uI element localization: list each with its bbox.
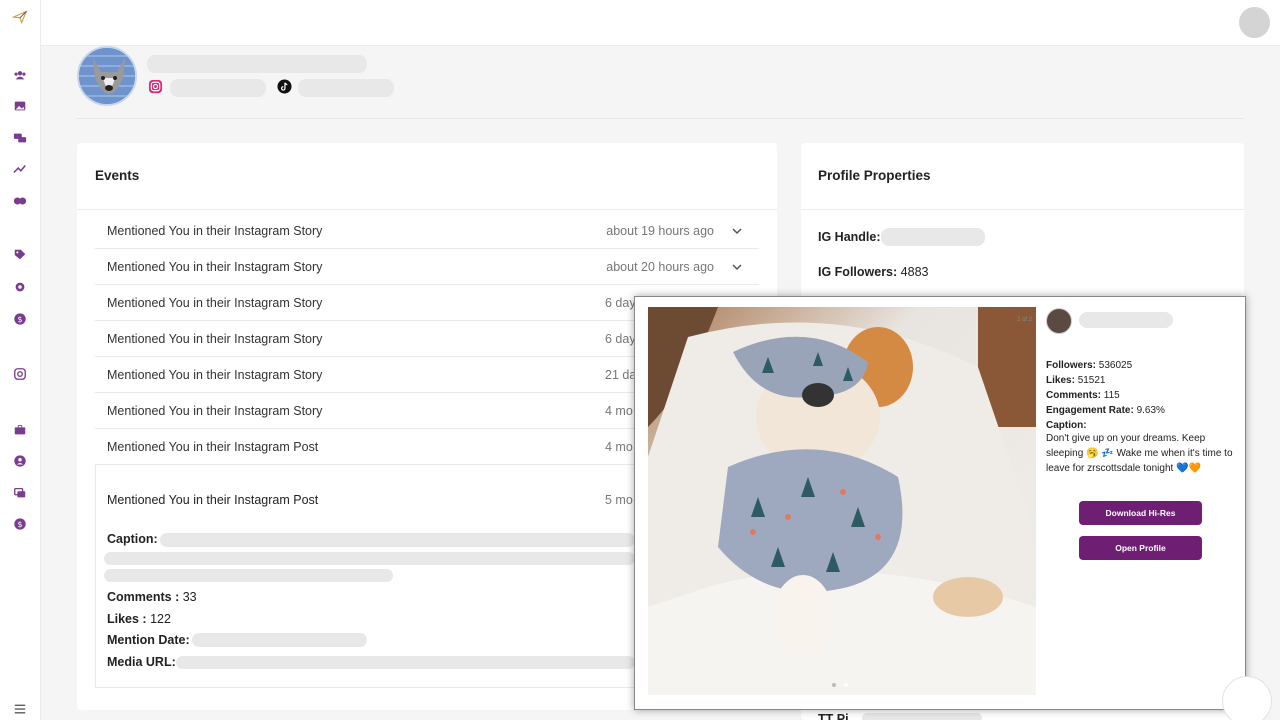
caption-placeholder	[160, 533, 635, 547]
event-label: Mentioned You in their Instagram Story	[107, 224, 323, 238]
ig-followers-value: 4883	[900, 265, 929, 279]
event-row[interactable]: Mentioned You in their Instagram Story a…	[95, 213, 759, 249]
profile-properties-title: Profile Properties	[818, 168, 931, 183]
caption-text: Don't give up on your dreams. Keep sleep…	[1046, 433, 1233, 474]
event-time: 4 mo	[605, 440, 633, 454]
ig-followers-label: IG Followers:	[818, 265, 898, 279]
engagement-row: Engagement Rate: 9.63%	[1046, 403, 1165, 418]
likes-label: Likes:	[1046, 375, 1075, 386]
likes-value: 51521	[1077, 375, 1106, 386]
event-label: Mentioned You in their Instagram Story	[107, 404, 323, 418]
author-name-placeholder	[1079, 312, 1173, 328]
chat-icon[interactable]	[12, 130, 28, 146]
download-hi-res-button[interactable]: Download Hi-Res	[1079, 501, 1202, 525]
events-divider	[77, 209, 777, 210]
events-title: Events	[95, 168, 140, 183]
event-time: 21 da	[605, 368, 637, 382]
event-label: Mentioned You in their Instagram Post	[107, 440, 319, 454]
caption-placeholder	[104, 569, 393, 582]
svg-text:$: $	[17, 520, 22, 529]
trending-icon[interactable]	[12, 161, 28, 177]
mention-date-placeholder	[192, 633, 367, 647]
followers-label: Followers:	[1046, 360, 1097, 371]
header-divider	[77, 118, 1244, 119]
likes-label: Likes :	[107, 612, 147, 626]
likes-row: Likes : 122	[107, 612, 171, 626]
mention-date-label: Mention Date:	[107, 633, 190, 647]
dollar-circle-icon[interactable]: $	[12, 516, 28, 532]
logo-icon[interactable]	[12, 9, 28, 25]
event-label: Mentioned You in their Instagram Story	[107, 296, 323, 310]
dollar-icon[interactable]: $	[12, 311, 28, 327]
engagement-value: 9.63%	[1136, 405, 1165, 416]
event-time: about 19 hours ago	[606, 224, 714, 238]
likes-row: Likes: 51521	[1046, 373, 1106, 388]
author-avatar	[1046, 308, 1072, 334]
handshake-icon[interactable]	[12, 193, 28, 209]
event-label: Mentioned You in their Instagram Story	[107, 260, 323, 274]
media-url-placeholder[interactable]	[176, 656, 635, 669]
event-time: about 20 hours ago	[606, 260, 714, 274]
tiktok-icon[interactable]	[277, 79, 292, 94]
caption-label: Caption:	[107, 532, 158, 546]
comments-value: 33	[182, 590, 197, 604]
sidebar: $ $	[0, 0, 41, 720]
comments-row: Comments: 115	[1046, 388, 1120, 403]
profile-name-placeholder	[147, 55, 367, 73]
event-label[interactable]: Mentioned You in their Instagram Post	[107, 493, 318, 507]
comments-label: Comments:	[1046, 390, 1102, 401]
instagram-icon[interactable]	[12, 366, 28, 382]
tiktok-handle-placeholder	[298, 79, 394, 97]
carousel-dots[interactable]	[832, 683, 848, 687]
user-avatar[interactable]	[1239, 7, 1270, 38]
event-time: 6 day	[605, 332, 636, 346]
instagram-icon[interactable]	[148, 79, 163, 94]
profile-divider	[801, 209, 1244, 210]
layers-icon[interactable]	[12, 485, 28, 501]
users-icon[interactable]	[12, 67, 28, 83]
menu-icon[interactable]	[12, 701, 28, 717]
ig-handle-placeholder	[881, 228, 985, 246]
briefcase-icon[interactable]	[12, 422, 28, 438]
comments-row: Comments : 33	[107, 590, 197, 604]
comments-label: Comments :	[107, 590, 180, 604]
tag-icon[interactable]	[12, 247, 28, 263]
caption-placeholder	[104, 552, 635, 565]
event-label: Mentioned You in their Instagram Story	[107, 368, 323, 382]
media-url-label: Media URL:	[107, 655, 176, 669]
svg-text:$: $	[17, 315, 22, 324]
post-image[interactable]: 2 of 2	[648, 307, 1036, 695]
image-icon[interactable]	[12, 98, 28, 114]
tt-placeholder	[862, 713, 982, 720]
ig-followers-row: IG Followers: 4883	[818, 265, 928, 279]
comments-value: 115	[1103, 390, 1120, 401]
likes-value: 122	[150, 612, 171, 626]
chevron-down-icon[interactable]	[731, 225, 743, 237]
engagement-label: Engagement Rate:	[1046, 405, 1134, 416]
followers-value: 536025	[1098, 360, 1133, 371]
instagram-handle-placeholder	[170, 79, 266, 97]
event-time: 4 mo	[605, 404, 633, 418]
image-counter: 2 of 2	[1016, 317, 1032, 323]
open-profile-button[interactable]: Open Profile	[1079, 536, 1202, 560]
post-preview-modal: 2 of 2 Followers: 536025 Likes: 51521 Co…	[634, 296, 1246, 710]
event-time: 5 mo	[605, 493, 633, 507]
followers-row: Followers: 536025	[1046, 358, 1132, 373]
user-circle-icon[interactable]	[12, 453, 28, 469]
gear-icon[interactable]	[12, 279, 28, 295]
top-bar	[41, 0, 1280, 46]
event-label: Mentioned You in their Instagram Story	[107, 332, 323, 346]
help-chat-button[interactable]	[1222, 676, 1272, 720]
chevron-down-icon[interactable]	[731, 261, 743, 273]
ig-handle-label: IG Handle:	[818, 230, 881, 244]
event-row[interactable]: Mentioned You in their Instagram Story a…	[95, 249, 759, 285]
event-time: 6 day	[605, 296, 636, 310]
caption-label: Caption:	[1046, 420, 1087, 431]
profile-avatar	[77, 46, 137, 106]
tt-label: TT Pi	[818, 712, 849, 720]
